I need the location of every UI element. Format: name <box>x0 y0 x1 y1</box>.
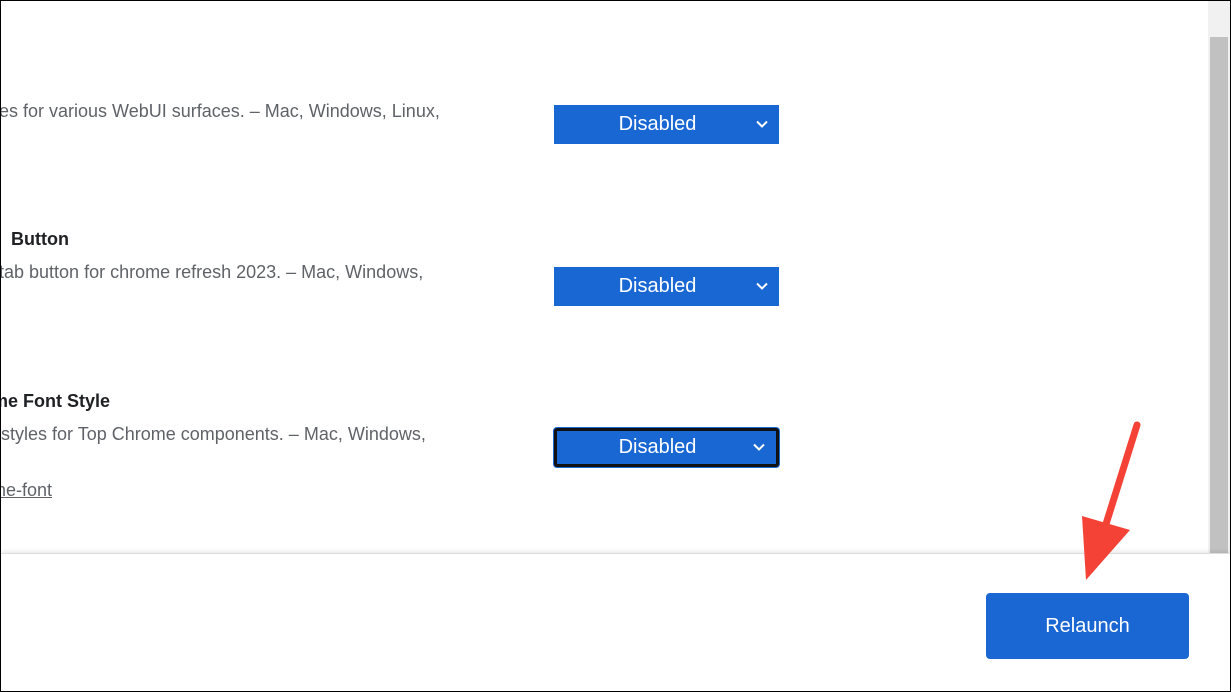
flag-item: Button w tab button for chrome refresh 2… <box>1 229 501 314</box>
flag-description-line: w tab button for chrome refresh 2023. – … <box>1 262 424 282</box>
flag-title: ome Font Style <box>1 391 111 411</box>
browser-viewport: tyles for various WebUI surfaces. – Mac,… <box>0 0 1231 692</box>
flag-title: Button <box>11 229 69 249</box>
chevron-down-icon <box>753 443 765 451</box>
flag-description-line: nt styles for Top Chrome components. – M… <box>1 424 426 444</box>
scrollbar-thumb[interactable] <box>1210 37 1228 553</box>
flag-description-line: os <box>1 448 501 476</box>
flag-description: nt styles for Top Chrome components. – M… <box>1 420 501 476</box>
flag-description-line: os <box>1 286 501 314</box>
flag-select-value: Disabled <box>618 275 697 297</box>
flag-item: ome Font Style nt styles for Top Chrome … <box>1 391 501 501</box>
flag-select[interactable]: Disabled <box>554 267 779 306</box>
flag-item: tyles for various WebUI surfaces. – Mac,… <box>1 97 501 125</box>
flag-description: w tab button for chrome refresh 2023. – … <box>1 258 501 314</box>
flag-description: tyles for various WebUI surfaces. – Mac,… <box>1 97 501 125</box>
flags-list: tyles for various WebUI surfaces. – Mac,… <box>1 1 1208 553</box>
flag-select-value: Disabled <box>618 436 697 458</box>
flag-description-line: tyles for various WebUI surfaces. – Mac,… <box>1 101 440 121</box>
flag-select[interactable]: Disabled <box>554 428 779 467</box>
scrollbar[interactable] <box>1208 1 1230 553</box>
flag-select[interactable]: Disabled <box>554 105 779 144</box>
chevron-down-icon <box>756 282 768 290</box>
relaunch-button[interactable]: Relaunch <box>986 593 1189 659</box>
relaunch-footer: Relaunch <box>1 553 1230 691</box>
flag-link[interactable]: ome-font <box>1 480 52 501</box>
chevron-down-icon <box>756 120 768 128</box>
flag-select-value: Disabled <box>618 113 697 135</box>
